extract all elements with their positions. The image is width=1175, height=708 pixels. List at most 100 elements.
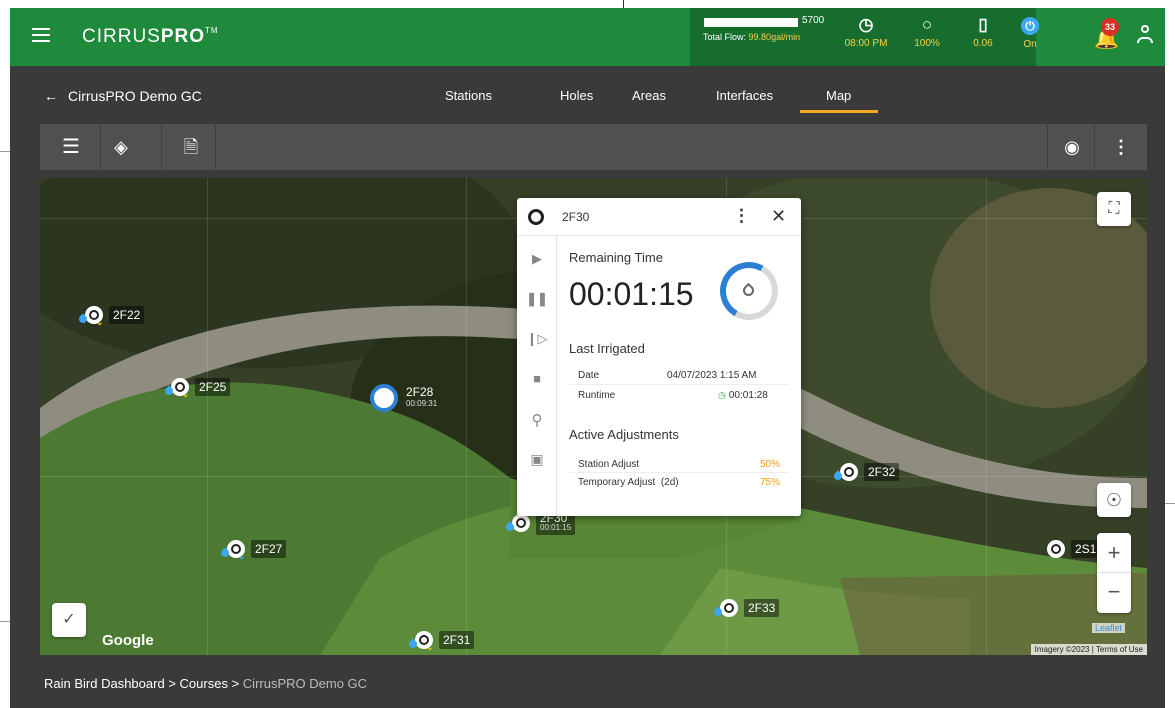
temp-adjust-value: 75%: [760, 477, 781, 488]
station-marker-2f25[interactable]: ⌄ 2F25: [163, 378, 231, 399]
check-area-icon[interactable]: ✓: [52, 603, 86, 637]
play-icon[interactable]: ▶: [517, 251, 557, 267]
leaflet-link[interactable]: Leaflet: [1092, 623, 1126, 633]
station-status-icon: [528, 209, 544, 225]
stat-clock[interactable]: ◷ 08:00 PM: [839, 15, 893, 50]
advance-icon[interactable]: ❙▷: [517, 331, 557, 347]
main-menu-icon[interactable]: [32, 28, 50, 42]
runtime-label: Runtime: [578, 390, 616, 401]
station-marker-2f27[interactable]: ⌄ 2F27: [219, 540, 287, 561]
close-icon[interactable]: ✕: [771, 206, 786, 227]
station-icon: ⌄: [163, 378, 190, 399]
tab-interfaces[interactable]: Interfaces: [716, 88, 773, 103]
power-icon: ⏻: [1021, 17, 1039, 35]
date-value: 04/07/2023 1:15 AM: [667, 370, 757, 381]
flow-progress-bar: [704, 18, 798, 27]
layers-icon[interactable]: ◈: [106, 136, 136, 158]
map-attribution: Imagery ©2023 | Terms of Use: [1030, 644, 1147, 655]
zoom-out-button[interactable]: −: [1097, 573, 1131, 613]
station-adjust-value: 50%: [760, 459, 781, 470]
popup-more-icon[interactable]: ⋮: [733, 206, 750, 226]
station-marker-2s1[interactable]: 2S1: [1047, 540, 1101, 558]
tab-areas[interactable]: Areas: [632, 88, 666, 103]
locate-me-icon[interactable]: ☉: [1097, 483, 1131, 517]
back-link[interactable]: ← CirrusPRO Demo GC: [44, 88, 202, 104]
station-marker-2f31[interactable]: ⌄ 2F31: [407, 631, 475, 652]
total-flow-label: Total Flow:: [703, 32, 747, 42]
diagnostics-icon[interactable]: ▣: [517, 451, 557, 468]
map-toolbar: ☰ ◈ 🗎 ◉ ⋮: [40, 124, 1147, 170]
stop-icon[interactable]: ■: [517, 371, 557, 386]
app-root: CIRRUSPROTM 5700 Total Flow: 99.80gal/mi…: [0, 0, 1175, 708]
cirruspro-logo: CIRRUSPROTM: [82, 26, 219, 48]
file-export-icon[interactable]: 🗎: [179, 136, 203, 158]
station-marker-2f28[interactable]: 2F28 00:09:31: [370, 384, 441, 412]
total-flow-readout: Total Flow: 99.80gal/min: [703, 32, 800, 42]
station-label: 2F22: [109, 306, 145, 324]
fullscreen-icon[interactable]: ⛶: [1097, 192, 1131, 226]
date-label: Date: [578, 370, 600, 381]
breadcrumb-courses[interactable]: Courses: [180, 676, 228, 691]
map-grid-line: [207, 178, 208, 655]
popup-actions: ▶ ❚❚ ❙▷ ■ ⚲ ▣: [517, 236, 557, 516]
station-marker-2f32[interactable]: 2F32: [832, 463, 900, 482]
location-pin-icon[interactable]: ◉: [1057, 136, 1087, 158]
stat-power-value: On: [1023, 39, 1037, 50]
list-menu-icon[interactable]: ☰: [58, 136, 84, 158]
station-icon: [504, 514, 530, 533]
temp-adjust-row: Temporary Adjust (2d): [578, 477, 679, 488]
tab-holes[interactable]: Holes: [560, 88, 593, 103]
tab-stations[interactable]: Stations: [445, 88, 492, 103]
clock-icon: ◷: [858, 15, 874, 34]
station-label: 2S1: [1071, 540, 1101, 558]
station-marker-2f33[interactable]: 2F33: [712, 599, 780, 618]
station-runtime: 00:01:15: [540, 523, 572, 532]
system-status-block[interactable]: 5700 Total Flow: 99.80gal/min ◷ 08:00 PM…: [690, 8, 1039, 66]
user-account-icon[interactable]: [1136, 25, 1154, 45]
station-icon: [712, 599, 738, 618]
stat-water[interactable]: ○ 100%: [900, 16, 954, 50]
search-icon[interactable]: ⚲: [517, 411, 557, 429]
total-flow-unit: gal/min: [771, 32, 801, 42]
toolbar-divider: [161, 124, 162, 170]
runtime-clock-icon: ◷: [718, 390, 726, 400]
logo-tm: TM: [205, 26, 219, 35]
remaining-time-value: 00:01:15: [569, 276, 694, 312]
temp-adjust-label: Temporary Adjust: [578, 477, 656, 488]
terms-of-use-link[interactable]: Terms of Use: [1096, 645, 1143, 654]
station-marker-2f22[interactable]: ⌄ 2F22: [77, 306, 145, 327]
station-runtime: 00:09:31: [406, 399, 438, 408]
total-flow-value: 99.80: [748, 32, 772, 42]
station-icon: [832, 463, 858, 482]
stat-power[interactable]: ⏻ On: [1008, 16, 1052, 50]
breadcrumb-separator: >: [231, 676, 240, 691]
station-label: 2F28 00:09:31: [402, 385, 441, 411]
zoom-in-button[interactable]: +: [1097, 533, 1131, 573]
row-divider: [569, 472, 789, 473]
popup-header: 2F30 ⋮ ✕: [517, 198, 801, 236]
stat-clock-value: 08:00 PM: [844, 38, 888, 49]
breadcrumb-current: CirrusPRO Demo GC: [242, 676, 368, 691]
top-app-bar: CIRRUSPROTM 5700 Total Flow: 99.80gal/mi…: [10, 8, 1165, 66]
station-icon: ⌄: [219, 540, 246, 561]
remaining-time-label: Remaining Time: [569, 250, 663, 265]
station-label: 2F33: [744, 599, 780, 617]
pause-icon[interactable]: ❚❚: [517, 291, 557, 307]
google-attribution: Google: [102, 632, 154, 649]
tab-map[interactable]: Map: [826, 88, 851, 103]
imagery-credit: Imagery ©2023: [1034, 645, 1090, 654]
stat-gauge-value: 0.06: [973, 38, 993, 49]
back-arrow-icon: ←: [44, 88, 58, 104]
stat-gauge[interactable]: ▯ 0.06: [956, 16, 1010, 50]
runtime-value: 00:01:28: [728, 390, 768, 401]
toolbar-divider: [215, 124, 216, 170]
station-icon: ⌄: [77, 306, 104, 327]
station-label: 2F32: [864, 463, 900, 481]
stat-water-value: 100%: [914, 38, 940, 49]
more-options-icon[interactable]: ⋮: [1106, 136, 1136, 158]
active-adjustments-label: Active Adjustments: [569, 427, 679, 442]
station-running-icon: [370, 384, 398, 412]
toolbar-divider: [1094, 124, 1095, 170]
breadcrumb-dashboard[interactable]: Rain Bird Dashboard: [44, 676, 165, 691]
station-popup: 2F30 ⋮ ✕ ▶ ❚❚ ❙▷ ■ ⚲ ▣ Remaining Time 00…: [517, 198, 801, 516]
